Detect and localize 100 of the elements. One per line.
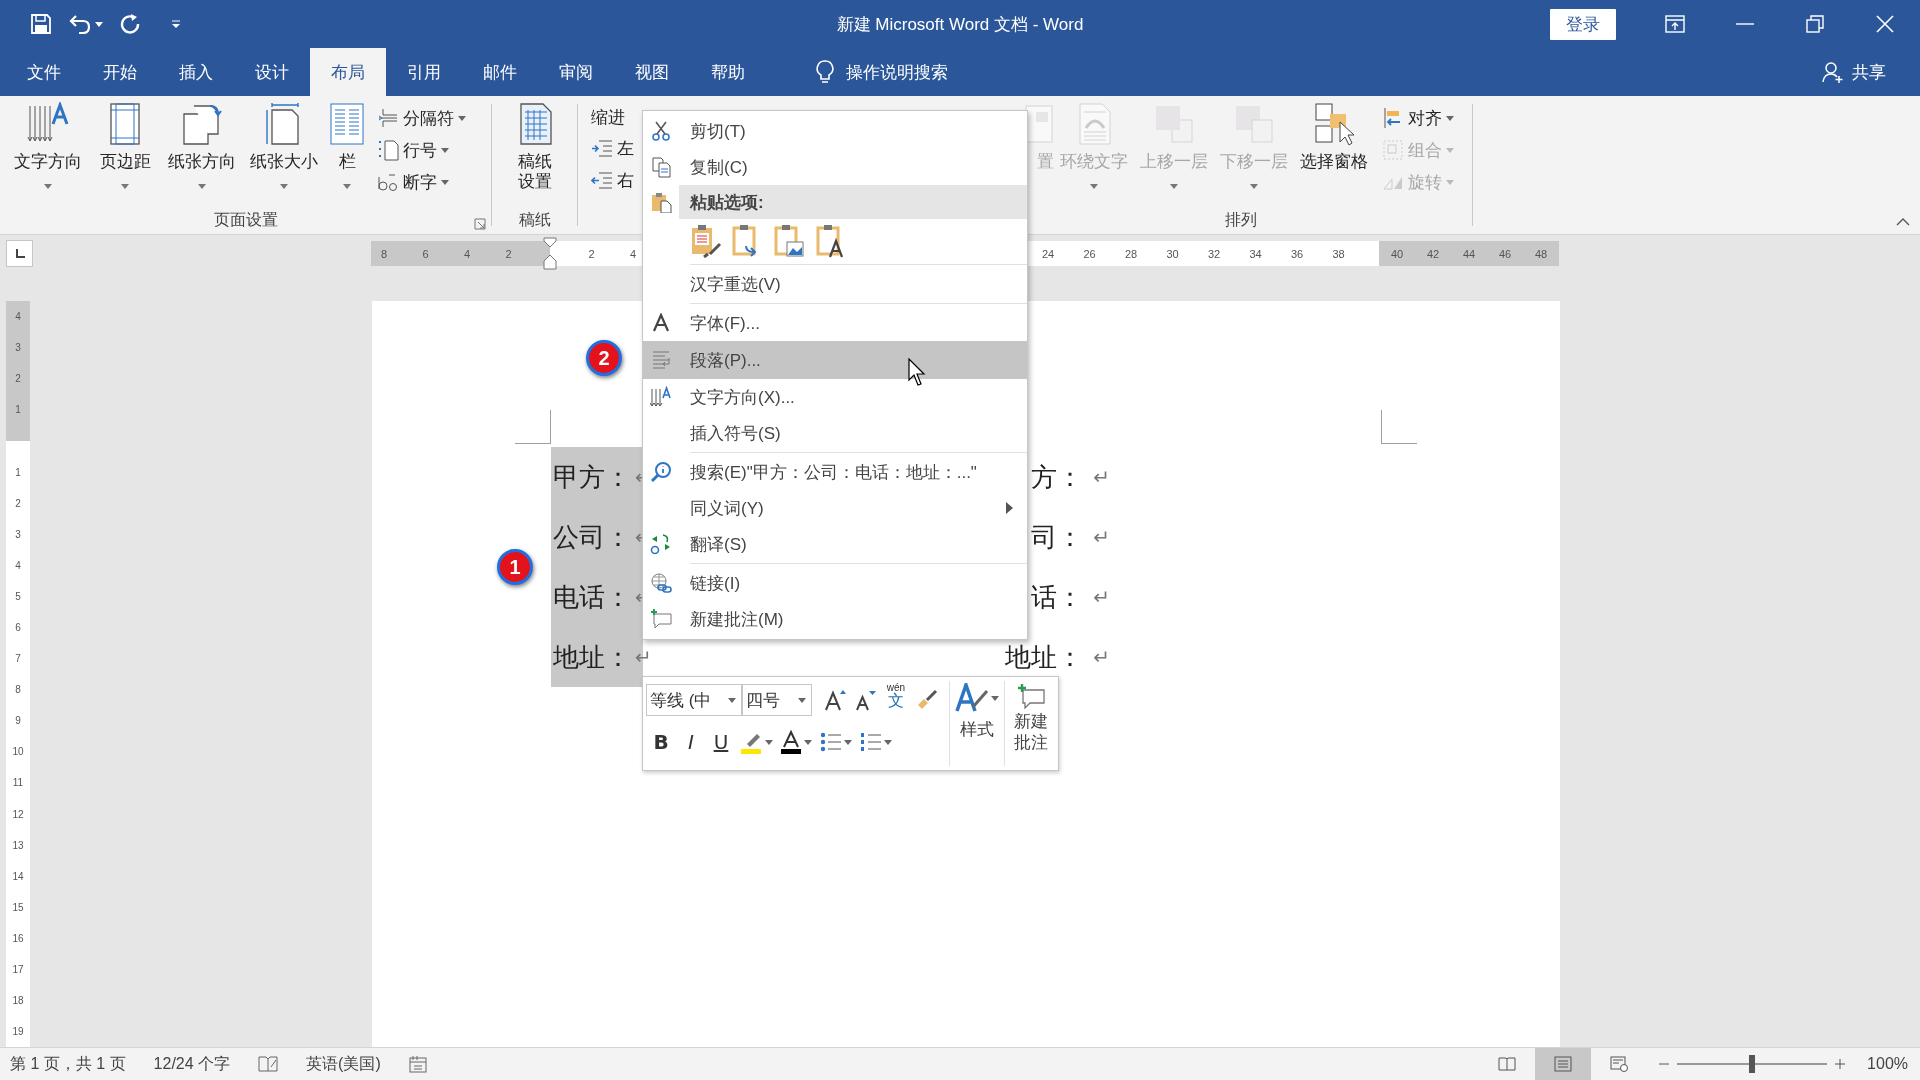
link-icon bbox=[650, 572, 672, 594]
caret-icon bbox=[765, 739, 773, 745]
caret-icon bbox=[1446, 179, 1454, 185]
menu-item[interactable]: 搜索(E)"甲方：公司：电话：地址：..." bbox=[643, 454, 1027, 490]
paste-keep-format-icon[interactable] bbox=[690, 224, 722, 258]
tab-selector[interactable] bbox=[6, 240, 33, 267]
ribbon-button[interactable]: 对齐 bbox=[1382, 102, 1454, 134]
menu-item[interactable]: 复制(C) bbox=[643, 149, 1027, 185]
ribbon-tab[interactable]: 视图 bbox=[614, 48, 690, 96]
group-heading: 缩进 bbox=[591, 106, 626, 129]
bold-button[interactable]: B bbox=[646, 725, 676, 759]
ruler-number: 4 bbox=[628, 247, 638, 260]
search-icon bbox=[650, 461, 672, 483]
bullet-list-icon bbox=[820, 732, 842, 752]
new-comment-icon bbox=[1017, 683, 1046, 709]
save-button[interactable] bbox=[30, 13, 52, 35]
italic-button[interactable]: I bbox=[676, 725, 706, 759]
ribbon-tab[interactable]: 文件 bbox=[6, 48, 82, 96]
menu-header-text: 粘贴选项: bbox=[679, 185, 1027, 219]
ribbon-button[interactable]: 分隔符 bbox=[377, 102, 466, 134]
ruler-number: 4 bbox=[462, 247, 472, 260]
ribbon-button[interactable]: 纸张大小 bbox=[244, 102, 324, 190]
ribbon-tab[interactable]: 引用 bbox=[386, 48, 462, 96]
ruler-number: 30 bbox=[1165, 247, 1180, 260]
customize-button[interactable] bbox=[171, 19, 181, 29]
ribbon-button[interactable]: 栏 bbox=[324, 102, 370, 190]
minimize-icon bbox=[1736, 23, 1754, 25]
paste-picture-icon[interactable] bbox=[774, 224, 806, 258]
zoom-in-icon[interactable] bbox=[1835, 1059, 1846, 1069]
indent-left-icon bbox=[591, 137, 613, 159]
font-name-field[interactable]: 等线 (中 bbox=[646, 684, 742, 716]
styles-icon bbox=[954, 683, 989, 713]
undo-button[interactable] bbox=[68, 13, 103, 35]
ribbon-tab[interactable]: 邮件 bbox=[462, 48, 538, 96]
ruler-number: 38 bbox=[1331, 247, 1346, 260]
menu-item[interactable]: 汉字重选(V) bbox=[643, 266, 1027, 302]
login-button[interactable]: 登录 bbox=[1550, 8, 1616, 40]
line-numbers-icon bbox=[377, 139, 399, 161]
menu-item[interactable]: 插入符号(S) bbox=[643, 415, 1027, 451]
ribbon-tab[interactable]: 设计 bbox=[234, 48, 310, 96]
ribbon-tab[interactable]: 开始 bbox=[82, 48, 158, 96]
phonetic-guide-button[interactable]: wén 文 bbox=[880, 683, 912, 717]
ruler-number: 2 bbox=[14, 496, 22, 511]
position-icon bbox=[1024, 102, 1054, 146]
dialog-launcher-icon[interactable] bbox=[474, 218, 486, 230]
menu-item[interactable]: 字体(F)... bbox=[643, 305, 1027, 341]
menu-item[interactable]: 新建批注(M) bbox=[643, 601, 1027, 637]
collapse-ribbon-button[interactable] bbox=[1896, 218, 1910, 226]
macro-icon[interactable] bbox=[408, 1055, 427, 1073]
menu-item[interactable]: 链接(I) bbox=[643, 565, 1027, 601]
caret-icon bbox=[441, 179, 449, 185]
menu-item[interactable]: 同义词(Y) bbox=[643, 490, 1027, 526]
ribbon-button[interactable]: 稿纸设置 bbox=[498, 102, 572, 193]
close-icon bbox=[1876, 15, 1894, 33]
orientation-icon bbox=[180, 102, 224, 146]
menu-item[interactable]: 翻译(S) bbox=[643, 526, 1027, 562]
ribbon-button[interactable]: 选择窗格 bbox=[1294, 102, 1374, 173]
book-icon bbox=[1498, 1056, 1517, 1072]
document-text: 公司： bbox=[553, 520, 631, 554]
styles-button[interactable]: 样式 bbox=[950, 677, 1004, 770]
ribbon-tab[interactable]: 审阅 bbox=[538, 48, 614, 96]
ruler-number: 14 bbox=[11, 869, 25, 884]
ruler-number: 34 bbox=[1248, 247, 1263, 260]
font-size-field[interactable]: 四号 bbox=[742, 684, 812, 716]
redo-button[interactable] bbox=[119, 13, 141, 35]
ribbon-tab[interactable]: 插入 bbox=[158, 48, 234, 96]
ruler-number: 46 bbox=[1497, 247, 1513, 260]
ribbon-button[interactable]: 行号 bbox=[377, 134, 466, 166]
scissors-icon bbox=[650, 120, 672, 142]
document-text: 地址： bbox=[553, 640, 631, 674]
caret-icon bbox=[198, 184, 206, 190]
ribbon-button[interactable]: 纸张方向 bbox=[160, 102, 244, 190]
underline-button[interactable]: U bbox=[706, 725, 736, 759]
caret-icon bbox=[95, 21, 103, 27]
ribbon-tab[interactable]: 布局 bbox=[310, 48, 386, 96]
caret-icon bbox=[844, 739, 852, 745]
menu-item[interactable]: 段落(P)... bbox=[643, 341, 1027, 379]
ribbon-button[interactable]: 断字 bbox=[377, 166, 466, 198]
menu-item[interactable]: 文字方向(X)... bbox=[643, 379, 1027, 415]
breaks-icon bbox=[377, 107, 399, 129]
ribbon-button[interactable]: 文字方向 bbox=[6, 102, 90, 190]
proofing-icon[interactable] bbox=[258, 1055, 279, 1073]
document-text: 甲方： bbox=[553, 460, 631, 494]
window-title: 新建 Microsoft Word 文档 - Word bbox=[836, 13, 1084, 36]
ribbon-button[interactable]: 左 bbox=[591, 132, 634, 164]
ruler-number: 15 bbox=[11, 900, 25, 915]
ruler-number: 19 bbox=[11, 1025, 25, 1040]
ribbon-button[interactable]: 页边距 bbox=[90, 102, 160, 190]
ribbon-button[interactable]: 右 bbox=[591, 164, 634, 196]
menu-item[interactable]: 剪切(T) bbox=[643, 113, 1027, 149]
ruler-number: 5 bbox=[14, 589, 22, 604]
share-button[interactable]: 共享 bbox=[1816, 48, 1892, 96]
caret-icon bbox=[121, 184, 129, 190]
caret-icon bbox=[44, 184, 52, 190]
ruler-number: 12 bbox=[11, 807, 25, 822]
tell-me-search[interactable]: 操作说明搜索 bbox=[810, 48, 954, 96]
copy-icon bbox=[650, 156, 672, 178]
ribbon-tab[interactable]: 帮助 bbox=[690, 48, 766, 96]
zoom-thumb[interactable] bbox=[1749, 1055, 1756, 1073]
new-comment-button[interactable]: 新建批注 bbox=[1004, 677, 1058, 770]
